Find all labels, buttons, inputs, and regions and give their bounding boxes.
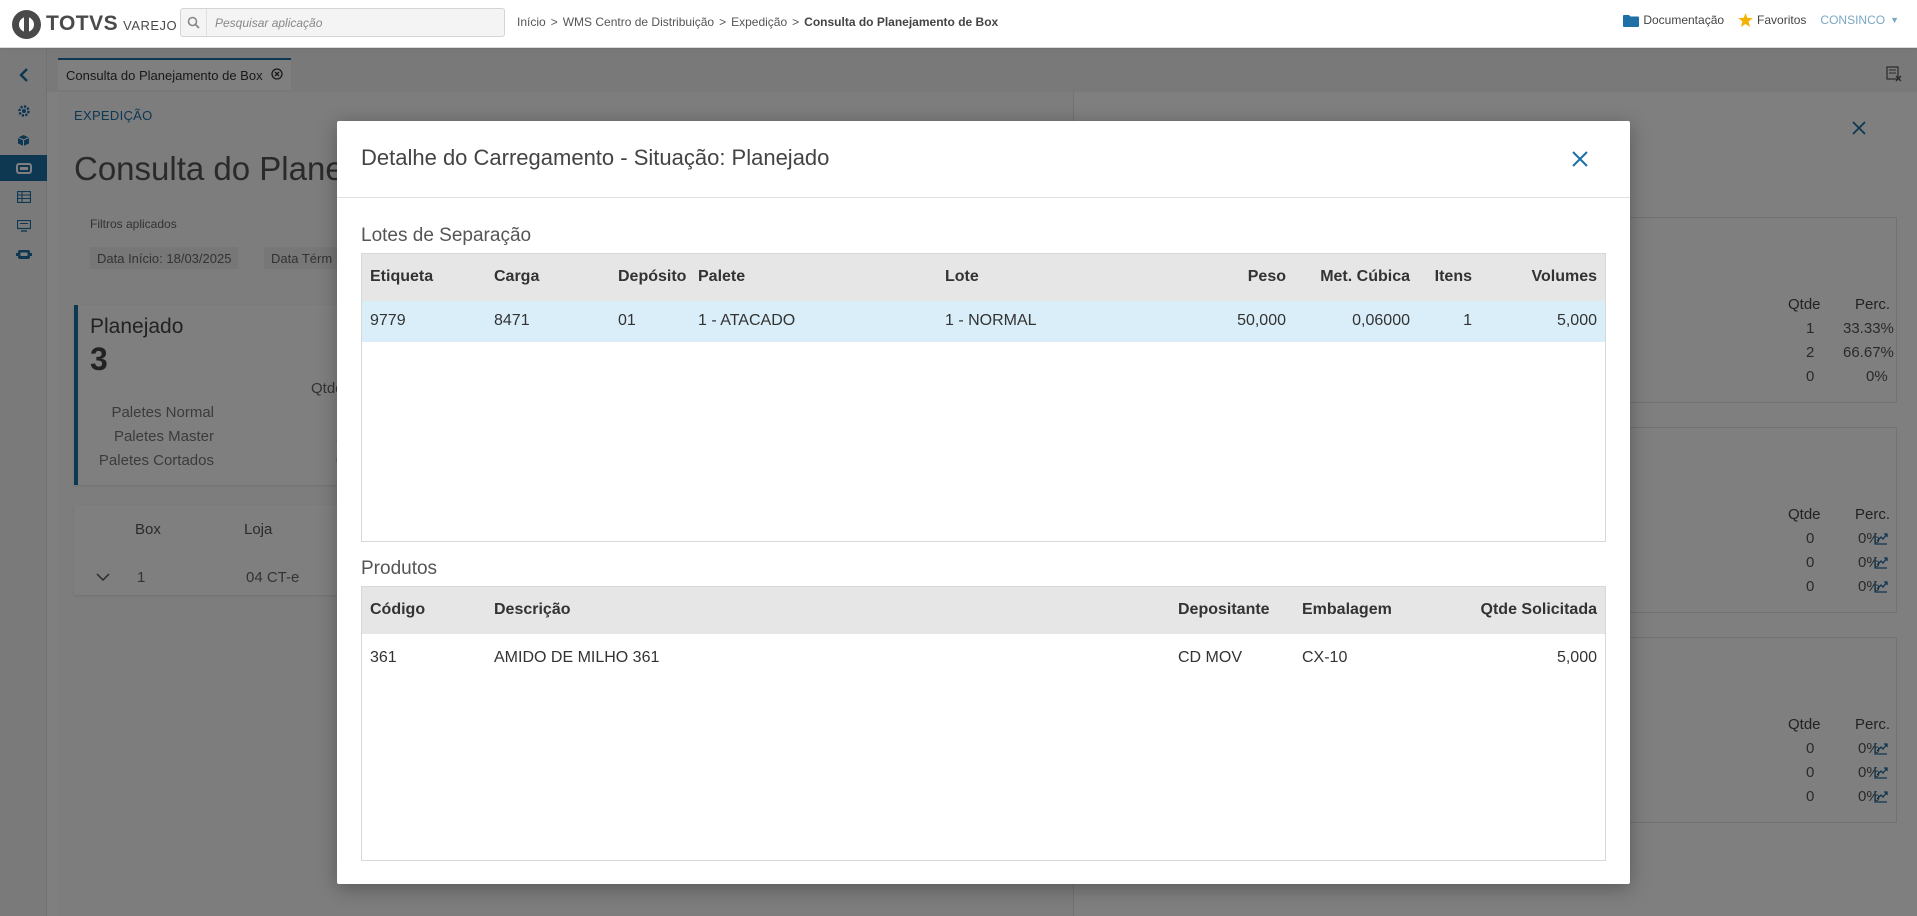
breadcrumb-separator: > [792,15,800,29]
documentation-label: Documentação [1643,13,1725,27]
col-depositante[interactable]: Depositante [1178,601,1270,619]
cell-itens: 1 [1463,312,1472,329]
breadcrumb-separator: > [550,15,558,29]
close-icon [1572,151,1588,167]
cell-deposito: 01 [618,312,636,329]
user-name: CONSINCO [1820,13,1886,27]
col-etiqueta[interactable]: Etiqueta [370,268,433,286]
col-peso[interactable]: Peso [1248,268,1286,286]
col-volumes[interactable]: Volumes [1532,268,1598,286]
breadcrumb-home[interactable]: Início [517,15,546,29]
modal-close-button[interactable] [1567,146,1593,172]
cell-qtde-solicitada: 5,000 [1556,649,1597,666]
totvs-logo[interactable]: TOTVS VAREJO [12,8,177,40]
app-search [180,8,505,37]
brand-sub: VAREJO [123,17,178,33]
col-palete[interactable]: Palete [698,268,745,286]
breadcrumb-separator: > [719,15,727,29]
cell-descricao: AMIDO DE MILHO 361 [494,649,660,666]
folder-icon [1623,14,1640,27]
table-row[interactable]: 361 AMIDO DE MILHO 361 CD MOV CX-10 5,00… [362,636,1605,683]
breadcrumb-current: Consulta do Planejamento de Box [804,15,999,29]
produtos-grid-header: Código Descrição Depositante Embalagem Q… [362,587,1605,634]
star-icon [1738,13,1753,27]
lotes-section-title: Lotes de Separação [361,225,532,246]
breadcrumb: Início > WMS Centro de Distribuição > Expedi… [517,15,998,29]
col-descricao[interactable]: Descrição [494,601,571,619]
totvs-logo-icon [12,9,41,39]
lotes-grid-header: Etiqueta Carga Depósito Palete Lote Peso… [362,254,1605,301]
user-menu[interactable]: CONSINCO ▼ [1820,13,1899,27]
table-row[interactable]: 9779 8471 01 1 - ATACADO 1 - NORMAL 50,0… [362,301,1605,342]
col-deposito[interactable]: Depósito [618,268,686,286]
favorites-link[interactable]: Favoritos [1738,13,1806,27]
cell-embalagem: CX-10 [1302,649,1348,666]
favorites-label: Favoritos [1757,13,1807,27]
breadcrumb-expedicao[interactable]: Expedição [731,15,787,29]
caret-down-icon: ▼ [1890,15,1899,25]
col-lote[interactable]: Lote [945,268,979,286]
documentation-link[interactable]: Documentação [1623,13,1724,27]
col-embalagem[interactable]: Embalagem [1302,601,1392,619]
breadcrumb-wms[interactable]: WMS Centro de Distribuição [563,15,714,29]
lotes-grid: Etiqueta Carga Depósito Palete Lote Peso… [361,253,1606,542]
load-detail-modal: Detalhe do Carregamento - Situação: Plan… [337,121,1630,884]
top-bar: TOTVS VAREJO Início > WMS Centro de Distri… [0,0,1917,48]
search-icon[interactable] [181,9,207,36]
cell-depositante: CD MOV [1178,649,1242,666]
col-carga[interactable]: Carga [494,268,539,286]
cell-met-cubica: 0,06000 [1352,312,1410,329]
top-right-menu: Documentação Favoritos CONSINCO ▼ [1609,13,1899,27]
cell-peso: 50,000 [1237,312,1286,329]
modal-title: Detalhe do Carregamento - Situação: Plan… [361,145,830,170]
brand-name: TOTVS [46,12,119,35]
produtos-section-title: Produtos [361,558,438,579]
cell-lote: 1 - NORMAL [945,312,1037,329]
cell-carga: 8471 [494,312,530,329]
search-input[interactable] [207,15,497,30]
modal-header: Detalhe do Carregamento - Situação: Plan… [337,121,1630,198]
col-met-cubica[interactable]: Met. Cúbica [1320,268,1410,286]
cell-codigo: 361 [370,649,397,666]
col-itens[interactable]: Itens [1435,268,1472,286]
cell-etiqueta: 9779 [370,312,406,329]
col-codigo[interactable]: Código [370,601,425,619]
produtos-grid: Código Descrição Depositante Embalagem Q… [361,586,1606,861]
cell-palete: 1 - ATACADO [698,312,796,329]
col-qtde-solicitada[interactable]: Qtde Solicitada [1481,601,1597,619]
cell-volumes: 5,000 [1556,312,1597,329]
